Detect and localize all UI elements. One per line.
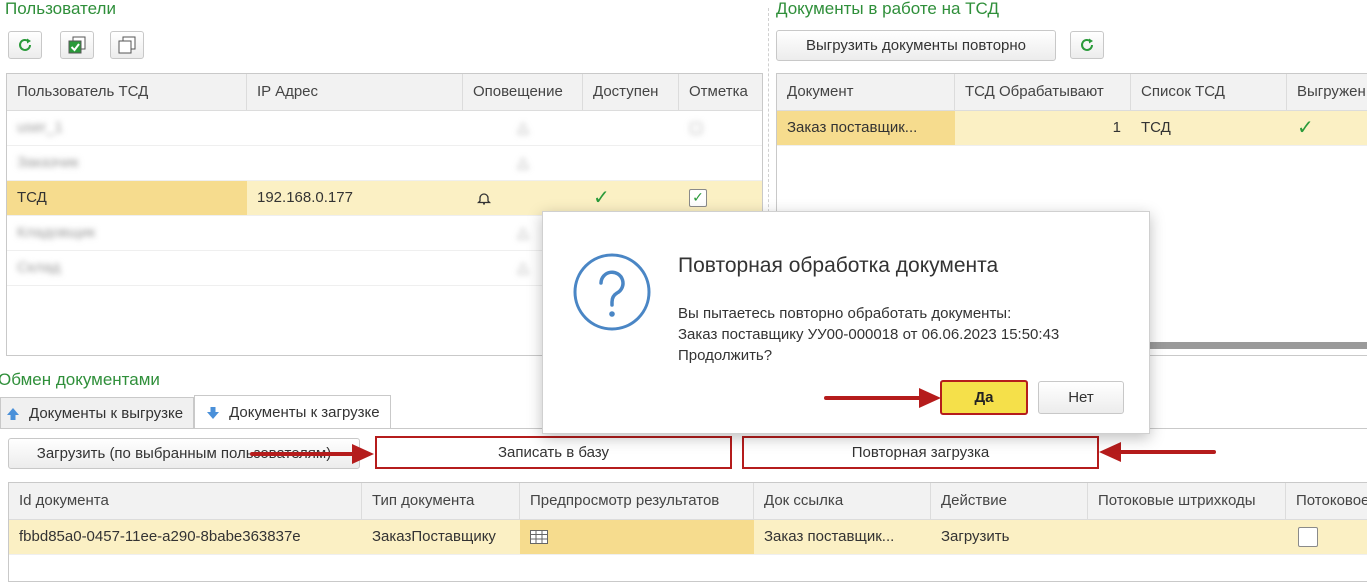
available-check-icon: ✓ <box>593 187 610 209</box>
col-action[interactable]: Действие <box>931 483 1088 519</box>
dialog-message: Вы пытаетесь повторно обработать докумен… <box>678 303 1059 366</box>
doc-tsd-count: 1 <box>1112 119 1121 136</box>
col-stream[interactable]: Потоковое <box>1286 483 1367 519</box>
doc-name: Заказ поставщик... <box>777 111 955 145</box>
table-icon <box>530 530 548 545</box>
horizontal-scrollbar[interactable] <box>1147 342 1367 349</box>
arrow-head-icon <box>919 388 941 408</box>
table-row-selected[interactable]: Заказ поставщик... 1 ТСД ✓ <box>777 111 1367 146</box>
write-to-db-button[interactable]: Записать в базу <box>375 436 732 469</box>
exchange-grid-header: Id документа Тип документа Предпросмотр … <box>9 483 1367 520</box>
col-preview[interactable]: Предпросмотр результатов <box>520 483 754 519</box>
dialog-message-line: Вы пытаетесь повторно обработать докумен… <box>678 305 1012 322</box>
refresh-docs-button[interactable] <box>1070 31 1104 59</box>
confirm-dialog: Повторная обработка документа Вы пытаете… <box>542 211 1150 434</box>
docs-panel-title: Документы в работе на ТСД <box>776 0 999 18</box>
tab-documents-upload[interactable]: Документы к выгрузке <box>0 397 195 429</box>
tab-label: Документы к загрузке <box>229 404 380 421</box>
dialog-message-line: Заказ поставщику УУ00-000018 от 06.06.20… <box>678 326 1060 343</box>
arrow-shaft <box>250 452 360 456</box>
user-ip <box>247 111 463 145</box>
table-row-selected[interactable]: fbbd85a0-0457-11ee-a290-8babe363837e Зак… <box>9 520 1367 555</box>
stream-check-box <box>1298 527 1318 548</box>
question-icon <box>573 253 651 331</box>
doc-type: ЗаказПоставщику <box>372 528 496 545</box>
available-cell <box>583 111 679 145</box>
col-stream-barcodes[interactable]: Потоковые штрихкоды <box>1088 483 1286 519</box>
arrow-head-icon <box>352 444 374 464</box>
user-ip <box>247 251 463 285</box>
doc-tsd-list: ТСД <box>1141 119 1171 136</box>
col-user[interactable]: Пользователь ТСД <box>7 74 247 110</box>
mark-cell[interactable]: ▢ <box>679 111 762 145</box>
preview-cell[interactable] <box>520 520 754 554</box>
tab-label: Документы к выгрузке <box>29 405 184 422</box>
user-ip <box>247 146 463 180</box>
refresh-users-button[interactable] <box>8 31 42 59</box>
users-panel-title: Пользователи <box>5 0 116 18</box>
col-tsd-list[interactable]: Список ТСД <box>1131 74 1287 110</box>
col-doc-id[interactable]: Id документа <box>9 483 362 519</box>
col-doc-type[interactable]: Тип документа <box>362 483 520 519</box>
uncheck-all-icon <box>118 36 136 54</box>
uncheck-all-button[interactable] <box>110 31 144 59</box>
yes-button[interactable]: Да <box>940 380 1028 415</box>
dialog-title: Повторная обработка документа <box>678 254 999 277</box>
refresh-icon <box>19 38 31 51</box>
arrow-head-icon <box>1099 442 1121 462</box>
user-name: Кладовщик <box>17 224 96 241</box>
arrow-up-icon <box>7 407 19 420</box>
bell-icon: △ <box>517 154 529 171</box>
check-all-icon <box>68 36 86 54</box>
arrow-shaft <box>824 396 928 400</box>
check-all-button[interactable] <box>60 31 94 59</box>
user-ip <box>247 216 463 250</box>
doc-link[interactable]: Заказ поставщик... <box>754 520 931 554</box>
stream-barcodes <box>1088 520 1286 554</box>
bell-cell <box>463 181 583 215</box>
col-ip[interactable]: IP Адрес <box>247 74 463 110</box>
tab-documents-download[interactable]: Документы к загрузке <box>194 395 391 429</box>
dialog-message-line: Продолжить? <box>678 347 773 364</box>
col-document[interactable]: Документ <box>777 74 955 110</box>
table-row[interactable]: Заказчик △ <box>7 146 762 181</box>
col-doc-link[interactable]: Док ссылка <box>754 483 931 519</box>
doc-id: fbbd85a0-0457-11ee-a290-8babe363837e <box>19 528 301 545</box>
bell-icon <box>476 193 492 205</box>
refresh-icon <box>1081 38 1093 51</box>
table-row[interactable]: user_1 △ ▢ <box>7 111 762 146</box>
stream-checkbox[interactable] <box>1286 520 1367 554</box>
user-name: Заказчик <box>17 154 79 171</box>
bell-icon: △ <box>517 119 529 136</box>
exchange-grid: Id документа Тип документа Предпросмотр … <box>8 482 1367 582</box>
arrow-shaft <box>1114 450 1216 454</box>
col-notify[interactable]: Оповещение <box>463 74 583 110</box>
user-name: Склад <box>17 259 61 276</box>
no-button[interactable]: Нет <box>1038 381 1124 414</box>
reload-button[interactable]: Повторная загрузка <box>742 436 1099 469</box>
col-available[interactable]: Доступен <box>583 74 679 110</box>
exchange-tabs: Документы к выгрузке Документы к загрузк… <box>0 395 391 429</box>
docs-grid-header: Документ ТСД Обрабатывают Список ТСД Выг… <box>777 74 1367 111</box>
mark-check-icon: ✓ <box>689 189 707 208</box>
doc-action: Загрузить <box>941 528 1010 545</box>
exchange-title: Обмен документами <box>0 370 160 389</box>
col-mark[interactable]: Отметка <box>679 74 762 110</box>
mark-cell[interactable] <box>679 146 762 180</box>
user-ip: 192.168.0.177 <box>257 189 353 206</box>
arrow-down-icon <box>207 406 220 419</box>
reupload-documents-button[interactable]: Выгрузить документы повторно <box>776 30 1056 61</box>
user-name: ТСД <box>7 181 247 215</box>
users-grid-header: Пользователь ТСД IP Адрес Оповещение Дос… <box>7 74 762 111</box>
mark-checkbox[interactable]: ✓ <box>679 181 762 215</box>
col-tsd-processing[interactable]: ТСД Обрабатывают <box>955 74 1131 110</box>
uploaded-check-icon: ✓ <box>1297 117 1314 139</box>
available-cell <box>583 146 679 180</box>
user-name: user_1 <box>17 119 63 136</box>
col-uploaded[interactable]: Выгружен <box>1287 74 1367 110</box>
